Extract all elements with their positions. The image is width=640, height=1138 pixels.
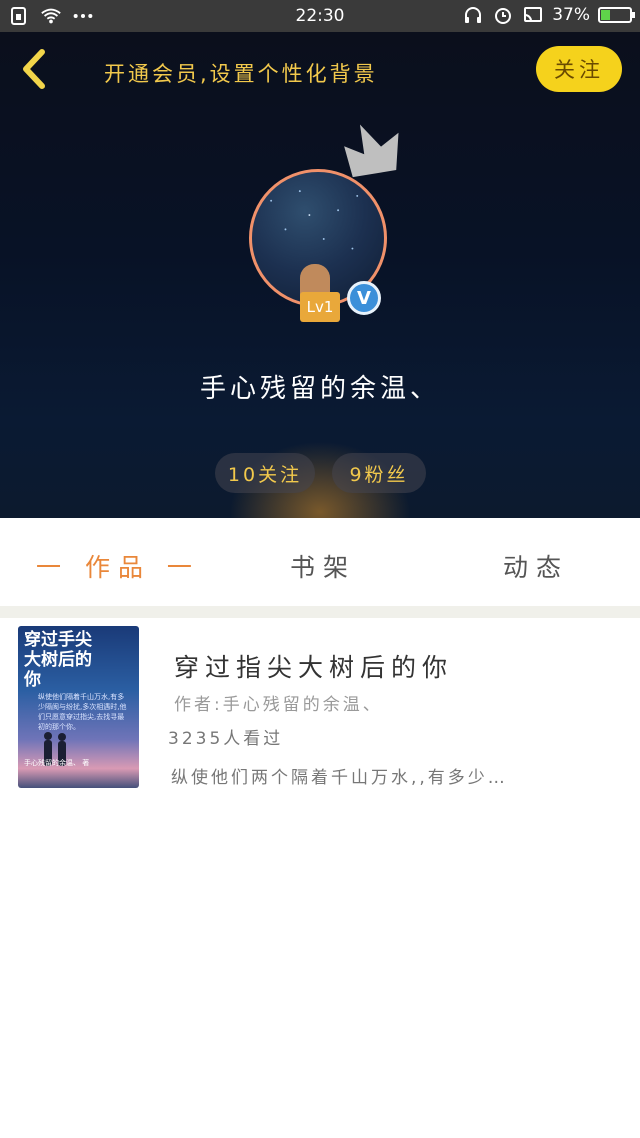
vip-background-link[interactable]: 开通会员,设置个性化背景 [104, 58, 378, 88]
profile-header: 开通会员,设置个性化背景 关注 Lv1 V 手心残留的余温、 10关注 9粉丝 [0, 32, 640, 518]
following-count-button[interactable]: 10关注 [215, 453, 315, 493]
cover-blurb: 纵使他们隔着千山万水,有多少隔阂与纷扰,多次相遇时,他们只愿意穿过指尖,去找寻最… [38, 693, 127, 731]
battery-fill [601, 10, 611, 20]
verified-icon: V [347, 281, 381, 315]
tab-works[interactable]: 一 作品 一 [36, 548, 200, 584]
cover-author: 手心残留的余温、 著 [24, 759, 90, 767]
username: 手心残留的余温、 [199, 374, 440, 404]
book-views: 3235人看过 [168, 729, 284, 749]
follow-button[interactable]: 关注 [536, 46, 622, 92]
headphones-icon [465, 7, 482, 23]
book-title: 穿过指尖大树后的你 [174, 653, 454, 682]
profile-tabs: 一 作品 一 书架 动态 [0, 518, 640, 606]
status-bar: 22:30 37% [0, 0, 640, 32]
section-divider [0, 606, 640, 618]
tab-bookshelf[interactable]: 书架 [290, 548, 356, 584]
cover-title: 穿过手尖大树后的你 [24, 630, 92, 690]
status-right-icons: 37% [462, 5, 635, 25]
battery-percent: 37% [552, 5, 590, 25]
level-badge: Lv1 [300, 292, 340, 322]
tab-activity[interactable]: 动态 [503, 548, 569, 584]
book-cover[interactable]: 穿过手尖大树后的你 纵使他们隔着千山万水,有多少隔阂与纷扰,多次相遇时,他们只愿… [18, 626, 139, 788]
cast-icon [524, 7, 543, 22]
back-button[interactable] [14, 44, 54, 94]
book-author: 作者:手心残留的余温、 [174, 695, 383, 715]
alarm-icon [495, 8, 512, 24]
book-description: 纵使他们两个隔着千山万水,,有多少… [171, 768, 508, 788]
fans-count-button[interactable]: 9粉丝 [332, 453, 426, 493]
battery-icon [598, 7, 635, 23]
book-list-item[interactable]: 穿过手尖大树后的你 纵使他们隔着千山万水,有多少隔阂与纷扰,多次相遇时,他们只愿… [8, 618, 630, 796]
